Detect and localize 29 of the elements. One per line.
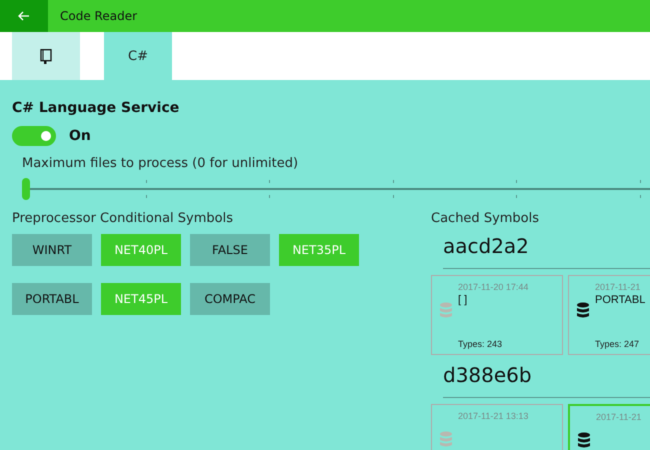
section-label: Preprocessor Conditional Symbols xyxy=(12,211,234,226)
book-tab[interactable] xyxy=(12,32,80,80)
group-heading: aacd2a2 xyxy=(443,234,530,258)
symbol-toggle[interactable]: PORTABL xyxy=(12,283,92,315)
section-label: Cached Symbols xyxy=(431,211,540,226)
slider-track[interactable] xyxy=(22,177,650,201)
symbol-card[interactable]: 2017-11-20 17:44 [ ] Types: 243 xyxy=(431,275,563,355)
card-date: 2017-11-21 xyxy=(596,412,642,422)
tab[interactable]: C# xyxy=(104,32,172,80)
back-arrow-icon xyxy=(18,11,30,21)
toggle-label: On xyxy=(69,128,91,144)
card-date: 2017-11-21 13:13 xyxy=(458,411,528,421)
slider-label: Maximum files to process (0 for unlimited) xyxy=(22,156,300,171)
book-icon xyxy=(40,48,52,64)
group-heading: d388e6b xyxy=(443,363,533,387)
symbol-toggle[interactable]: FALSE xyxy=(190,234,270,266)
window-title: Code Reader xyxy=(60,9,138,23)
card-date: 2017-11-20 17:44 xyxy=(458,282,528,292)
symbol-toggle[interactable]: WINRT xyxy=(12,234,92,266)
symbol-toggle[interactable]: COMPAC xyxy=(190,283,270,315)
card-symbols: [ ] xyxy=(458,294,468,306)
slider-thumb[interactable] xyxy=(22,178,30,200)
toggle-switch[interactable] xyxy=(12,126,56,146)
section-title: C# Language Service xyxy=(12,100,180,116)
card-types: Types: 243 xyxy=(458,339,504,349)
card-date: 2017-11-21 xyxy=(595,282,642,292)
card-types: Types: 247 xyxy=(595,339,640,349)
card-symbols: PORTABL xyxy=(595,294,646,306)
symbol-card[interactable]: 2017-11-21 PORTABL Types: 247 xyxy=(568,275,650,355)
